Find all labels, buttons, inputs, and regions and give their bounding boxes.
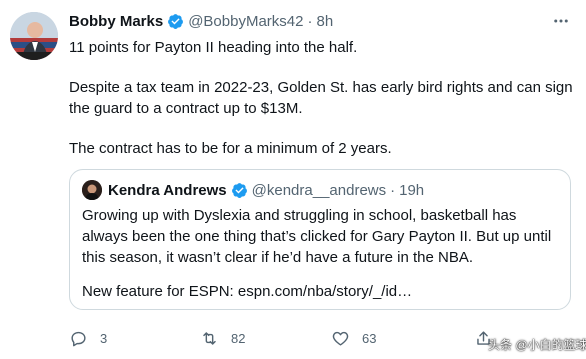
like-count: 63 — [362, 330, 377, 346]
reply-count: 3 — [100, 330, 108, 346]
watermark: 头条 @小白的篮球梦 — [488, 338, 586, 352]
author-handle[interactable]: @BobbyMarks42 — [188, 13, 303, 30]
tweet-header: Bobby Marks @BobbyMarks42 · 8h — [69, 11, 333, 31]
header-separator: · — [307, 12, 313, 30]
quoted-tweet-paragraph: Growing up with Dyslexia and struggling … — [82, 207, 552, 266]
quoted-tweet-body: Growing up with Dyslexia and struggling … — [82, 205, 560, 315]
author-avatar[interactable] — [10, 12, 58, 60]
quoted-tweet-timestamp: 19h — [399, 181, 425, 199]
tweet-paragraph: 11 points for Payton II heading into the… — [69, 39, 358, 56]
retweet-count: 82 — [231, 330, 246, 346]
tweet-paragraph: Despite a tax team in 2022-23, Golden St… — [69, 79, 573, 117]
author-name[interactable]: Bobby Marks — [69, 13, 163, 30]
retweet-button[interactable]: 82 — [200, 327, 245, 349]
more-options-icon[interactable] — [552, 12, 570, 30]
reply-button[interactable]: 3 — [69, 327, 107, 349]
tweet-body: 11 points for Payton II heading into the… — [69, 37, 574, 178]
verified-badge-icon — [231, 182, 247, 198]
verified-badge-icon — [168, 13, 184, 29]
author-avatar-image — [10, 12, 58, 60]
quoted-header-separator: · — [390, 181, 396, 199]
quoted-author-avatar — [82, 180, 102, 200]
quoted-author-handle: @kendra__andrews — [251, 181, 387, 199]
quoted-author-name: Kendra Andrews — [108, 181, 227, 199]
tweet-timestamp[interactable]: 8h — [316, 13, 333, 30]
tweet-paragraph: The contract has to be for a minimum of … — [69, 140, 392, 157]
quoted-tweet-paragraph: New feature for ESPN: espn.com/nba/story… — [82, 283, 413, 300]
quoted-tweet-card[interactable]: Kendra Andrews @kendra__andrews · 19h Gr… — [69, 169, 571, 310]
reply-icon — [71, 331, 86, 346]
retweet-icon — [203, 331, 216, 345]
quoted-author-avatar-image — [82, 180, 102, 200]
like-button[interactable]: 63 — [331, 327, 376, 349]
quoted-tweet-header: Kendra Andrews @kendra__andrews · 19h — [108, 180, 424, 200]
heart-icon — [332, 331, 349, 346]
